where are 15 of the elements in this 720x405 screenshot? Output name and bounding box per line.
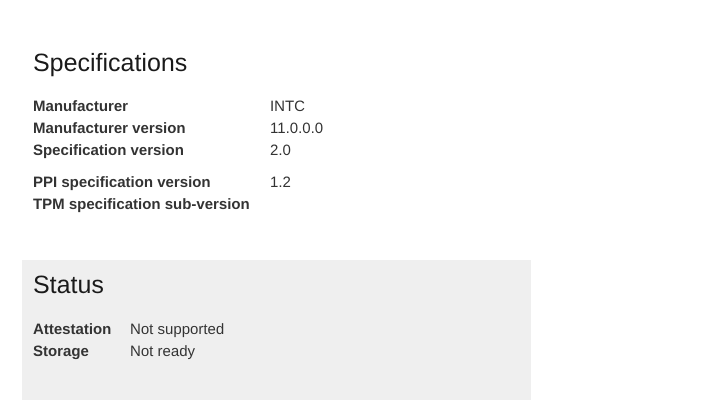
property-value: 2.0 xyxy=(270,140,291,161)
property-label: Attestation xyxy=(33,320,112,340)
property-label: Manufacturer xyxy=(33,96,130,117)
property-value: Not ready xyxy=(130,342,196,362)
property-label: Storage xyxy=(33,342,90,362)
property-value: 1.2 xyxy=(270,172,291,193)
property-label: Manufacturer version xyxy=(33,118,187,139)
property-label: PPI specification version xyxy=(33,172,212,193)
property-label: Specification version xyxy=(33,140,185,161)
property-label: TPM specification sub-version xyxy=(33,194,251,215)
section-heading: Specifications xyxy=(33,48,188,79)
section-heading: Status xyxy=(33,270,104,301)
property-value: 11.0.0.0 xyxy=(270,118,324,139)
property-value: INTC xyxy=(270,96,305,117)
property-value: Not supported xyxy=(130,320,224,340)
